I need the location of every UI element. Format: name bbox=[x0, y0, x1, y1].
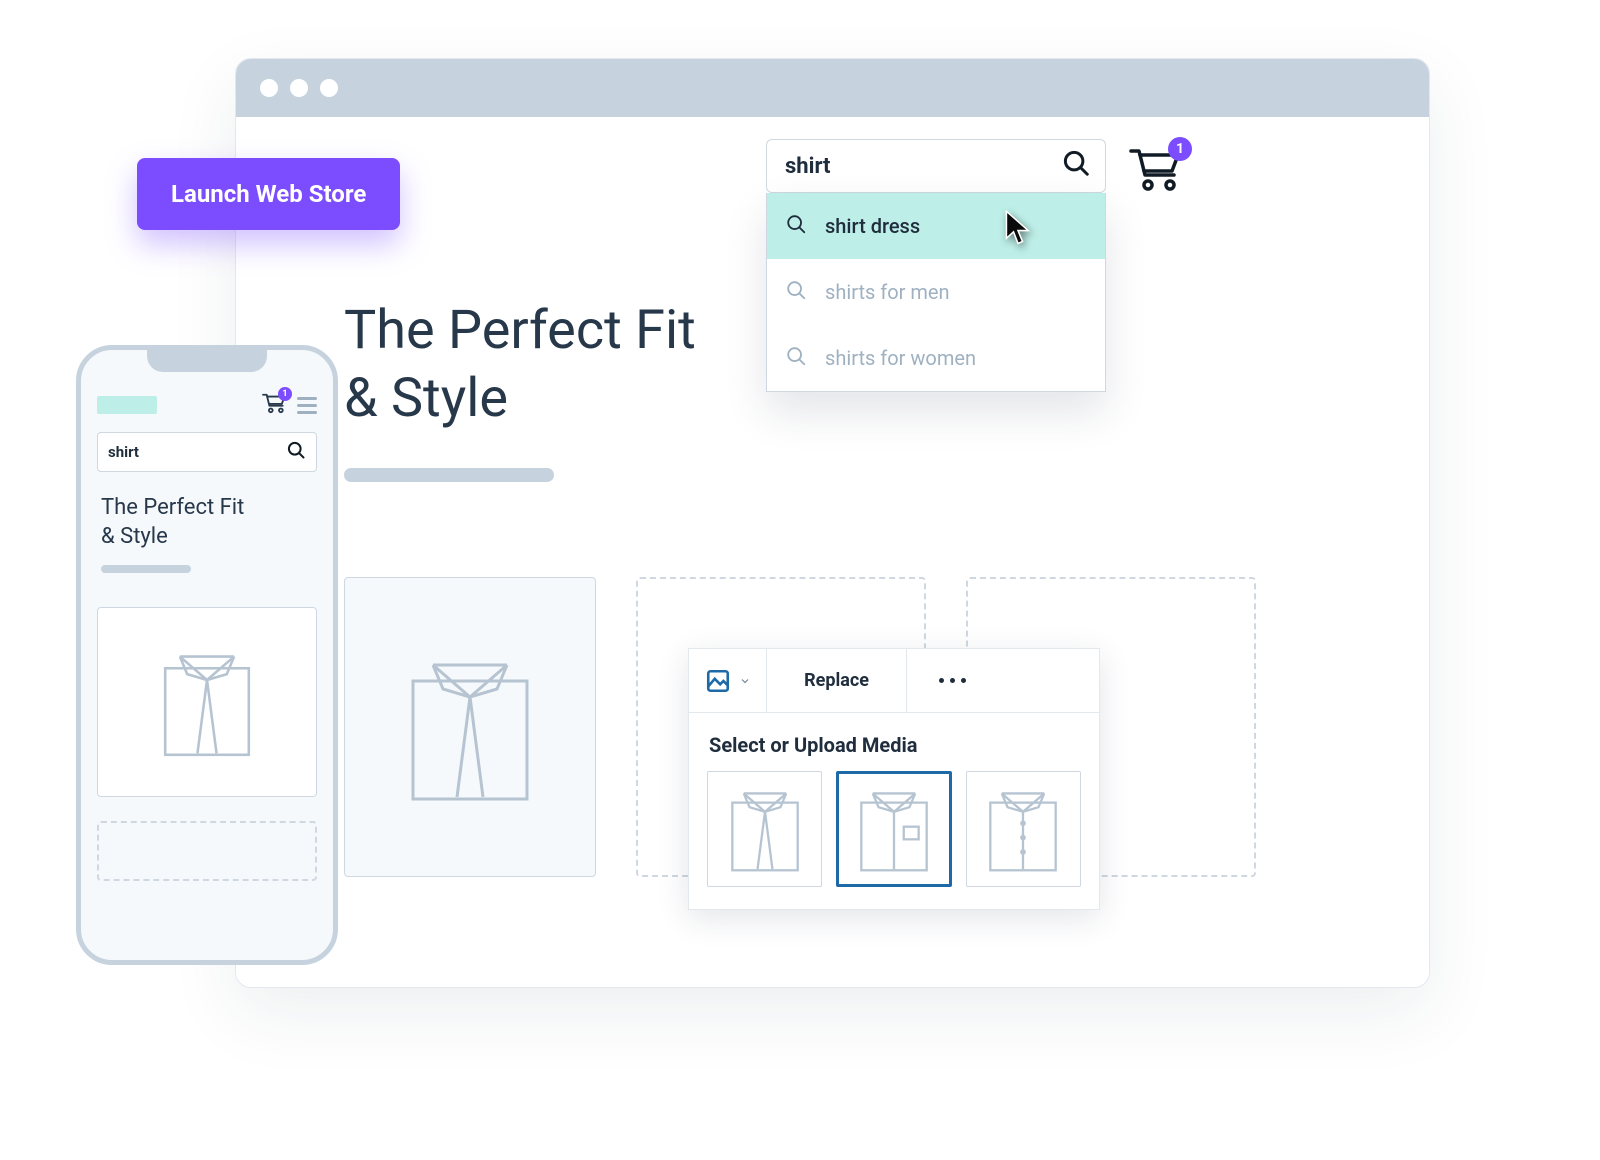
cart-count-badge: 1 bbox=[278, 387, 292, 401]
media-panel: Replace Select or Upload Media bbox=[688, 648, 1100, 910]
cart-button[interactable]: 1 bbox=[261, 392, 287, 418]
menu-icon[interactable] bbox=[297, 397, 317, 414]
window-dot bbox=[260, 79, 278, 97]
cart-count-badge: 1 bbox=[1168, 137, 1192, 161]
media-type-dropdown[interactable] bbox=[689, 649, 767, 712]
hero-section: The Perfect Fit & Style bbox=[97, 494, 317, 573]
media-thumb[interactable] bbox=[966, 771, 1081, 887]
search-icon bbox=[286, 440, 306, 464]
brand-chip bbox=[97, 396, 157, 414]
hero-underline bbox=[344, 468, 554, 482]
media-panel-title: Select or Upload Media bbox=[689, 713, 1099, 765]
more-icon bbox=[939, 678, 966, 683]
search-input-value: shirt bbox=[108, 443, 139, 461]
hero-title-line: & Style bbox=[101, 524, 168, 549]
search-input[interactable]: shirt bbox=[97, 432, 317, 472]
shirt-buttons-icon bbox=[980, 783, 1066, 875]
chevron-down-icon bbox=[739, 675, 751, 687]
image-icon bbox=[705, 668, 731, 694]
phone-mockup: 1 shirt The Perfect Fit & Style bbox=[76, 345, 338, 965]
launch-button-label: Launch Web Store bbox=[171, 180, 366, 208]
window-dot bbox=[320, 79, 338, 97]
media-thumb[interactable] bbox=[707, 771, 822, 887]
replace-label: Replace bbox=[804, 670, 869, 691]
browser-titlebar bbox=[236, 59, 1429, 117]
hero-title-line: The Perfect Fit bbox=[344, 299, 696, 362]
media-thumbnails bbox=[689, 765, 1099, 909]
product-card[interactable] bbox=[344, 577, 596, 877]
hero-title-line: & Style bbox=[344, 367, 508, 430]
launch-web-store-button[interactable]: Launch Web Store bbox=[137, 158, 400, 230]
search-icon bbox=[1061, 148, 1091, 184]
phone-topbar: 1 bbox=[97, 392, 317, 418]
hero-title-line: The Perfect Fit bbox=[101, 495, 244, 520]
phone-notch bbox=[147, 348, 267, 372]
shirt-pocket-icon bbox=[851, 783, 937, 875]
window-dot bbox=[290, 79, 308, 97]
hero-section: The Perfect Fit & Style bbox=[344, 297, 884, 482]
hero-underline bbox=[101, 565, 191, 573]
media-toolbar: Replace bbox=[689, 649, 1099, 713]
search-suggestion[interactable]: shirt dress bbox=[767, 193, 1105, 259]
more-button[interactable] bbox=[907, 649, 997, 712]
shirt-tie-icon bbox=[152, 642, 262, 762]
empty-product-slot[interactable] bbox=[97, 821, 317, 881]
cart-button[interactable]: 1 bbox=[1128, 145, 1182, 197]
hero-title: The Perfect Fit & Style bbox=[344, 297, 884, 432]
shirt-tie-icon bbox=[395, 647, 545, 807]
replace-button[interactable]: Replace bbox=[767, 649, 907, 712]
hero-title: The Perfect Fit & Style bbox=[101, 494, 313, 551]
search-input[interactable]: shirt bbox=[766, 139, 1106, 193]
search-icon bbox=[785, 213, 807, 240]
search-input-value: shirt bbox=[785, 154, 830, 179]
media-thumb[interactable] bbox=[836, 771, 951, 887]
product-card[interactable] bbox=[97, 607, 317, 797]
shirt-tie-icon bbox=[722, 783, 808, 875]
suggestion-label: shirt dress bbox=[825, 214, 920, 238]
